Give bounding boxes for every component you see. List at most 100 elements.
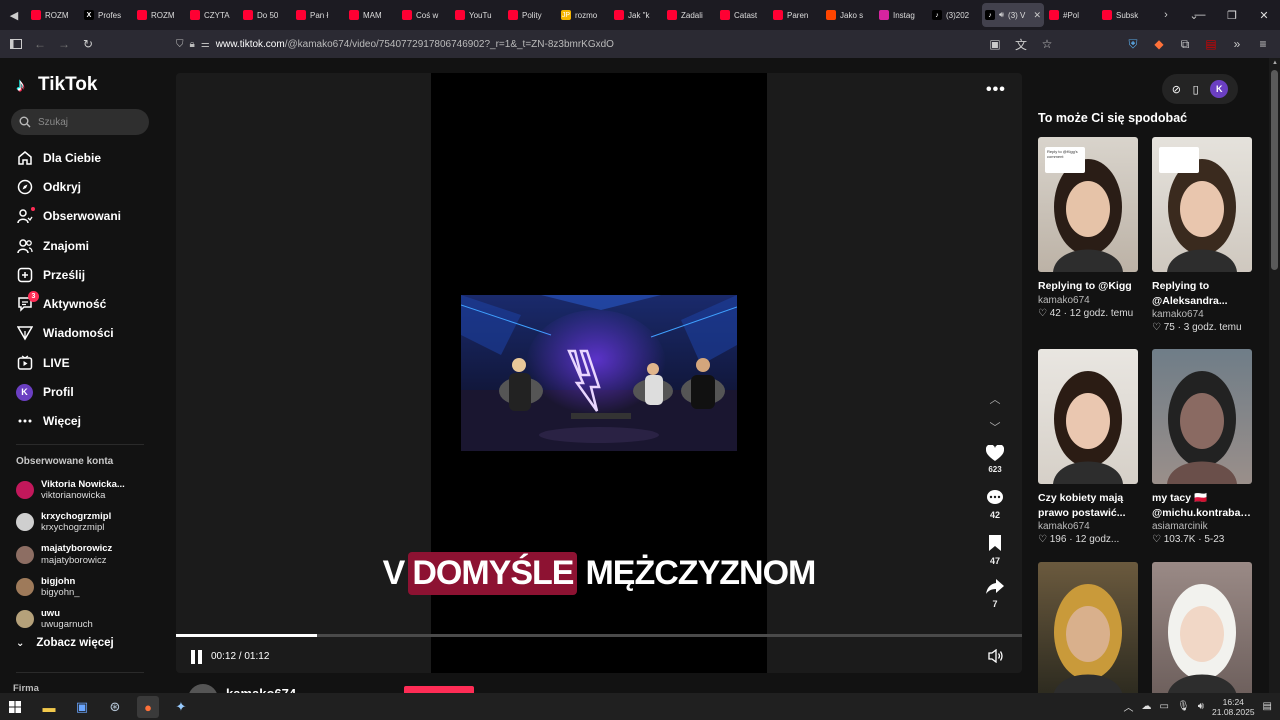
video-progress-bar[interactable] — [176, 634, 1022, 637]
tray-overflow-icon[interactable]: ︿ — [1124, 699, 1134, 714]
previous-video-icon[interactable]: ︿ — [986, 391, 1004, 407]
browser-tab[interactable]: JP rozmo — [558, 3, 609, 27]
card-user[interactable]: kamako674 — [1038, 295, 1138, 306]
video-thumbnail[interactable] — [1038, 562, 1138, 693]
recommended-video-card[interactable]: Czy kobiety mają prawo postawić... kamako… — [1038, 349, 1138, 545]
recommended-video-card[interactable]: Replying to @Aleksandra... kamako674 ♡ 75 … — [1152, 137, 1252, 333]
company-link[interactable]: Firma — [13, 683, 39, 693]
follow-button[interactable] — [404, 686, 474, 693]
video-thumbnail[interactable] — [1152, 562, 1252, 693]
followed-account[interactable]: majatyborowicz majatyborowicz — [16, 539, 156, 571]
video-thumbnail[interactable] — [1152, 349, 1252, 484]
browser-tab[interactable]: ROZM — [28, 3, 79, 27]
menu-icon[interactable]: ≡ — [1250, 37, 1276, 51]
recommended-video-card[interactable]: my tacy 🇵🇱 @michu.kontrabas... asiamarcin… — [1152, 349, 1252, 545]
next-video-icon[interactable]: ﹀ — [986, 419, 1004, 435]
browser-tab[interactable]: Do 50 — [240, 3, 291, 27]
close-window-icon[interactable]: ✕ — [1248, 0, 1280, 30]
followed-account[interactable]: Viktoria Nowicka... viktorianowicka — [16, 474, 156, 506]
shield-icon[interactable]: ⛉ — [176, 39, 184, 50]
fox-extension-icon[interactable]: ◆ — [1146, 37, 1172, 51]
scrollbar-thumb[interactable] — [1271, 70, 1278, 270]
browser-tab[interactable]: Paren — [770, 3, 821, 27]
video-thumbnail[interactable]: Reply to @Kigg's comment — [1038, 137, 1138, 272]
app-icon[interactable]: ✦ — [170, 696, 192, 718]
video-thumbnail[interactable] — [1152, 137, 1252, 272]
phone-icon[interactable]: ▯ — [1193, 83, 1199, 96]
browser-tab[interactable]: Jak "k — [611, 3, 662, 27]
search-input[interactable] — [38, 116, 138, 128]
author-name[interactable]: kamako674 — [226, 686, 296, 693]
browser-tab[interactable]: ROZM — [134, 3, 185, 27]
sidebar-item-profile[interactable]: K Profil — [16, 377, 156, 406]
sidebar-item-more[interactable]: Więcej — [16, 407, 156, 436]
browser-tab[interactable]: Jako s — [823, 3, 874, 27]
sidebar-item-compass[interactable]: Odkryj — [16, 172, 156, 201]
followed-account[interactable]: uwu uwugarnuch — [16, 603, 156, 635]
control-panel-icon[interactable]: ▣ — [71, 696, 93, 718]
video-player[interactable]: V DOMYŚLE MĘŻCZYZNOM ••• ︿ ﹀ 623 42 47 7 — [176, 73, 1022, 673]
translate-icon[interactable]: 文 — [1008, 36, 1034, 53]
browser-tab[interactable]: Instag — [876, 3, 927, 27]
page-scrollbar[interactable]: ▲ — [1269, 58, 1280, 693]
tab-list-icon[interactable]: ◀ — [0, 0, 28, 30]
clock[interactable]: 16:24 21.08.2025 — [1212, 697, 1255, 717]
video-frame[interactable]: V DOMYŚLE MĘŻCZYZNOM — [383, 73, 816, 673]
recommended-video-card[interactable] — [1152, 562, 1252, 693]
coin-icon[interactable]: ⊘ — [1172, 83, 1181, 96]
search-box[interactable] — [11, 109, 149, 135]
browser-tab[interactable]: Catast — [717, 3, 768, 27]
see-more-button[interactable]: ⌄ Zobacz więcej — [16, 637, 114, 649]
tab-scroll-right-icon[interactable]: › — [1152, 0, 1180, 30]
sidebar-item-following[interactable]: Obserwowani — [16, 202, 156, 231]
vpn-extension-icon[interactable]: ⛨ — [1120, 37, 1146, 52]
sidebar-item-friends[interactable]: Znajomi — [16, 231, 156, 260]
comment-button[interactable]: 42 — [982, 490, 1008, 520]
account-avatar[interactable]: K — [1210, 80, 1229, 98]
browser-tab[interactable]: Subsk — [1099, 3, 1150, 27]
sidebar-item-messages[interactable]: Wiadomości — [16, 319, 156, 348]
network-icon[interactable]: ▭ — [1160, 701, 1169, 712]
browser-tab[interactable]: YouTu — [452, 3, 503, 27]
tab-audio-icon[interactable]: 🔊︎ — [999, 10, 1004, 20]
card-user[interactable]: kamako674 — [1038, 521, 1138, 532]
save-button[interactable]: 47 — [982, 535, 1008, 566]
close-tab-icon[interactable]: ✕ — [1033, 10, 1041, 21]
speaker-icon[interactable]: 🔊︎ — [1198, 701, 1204, 712]
video-thumbnail[interactable] — [1038, 349, 1138, 484]
sidebar-item-home[interactable]: Dla Ciebie — [16, 143, 156, 172]
recommended-video-card[interactable]: Reply to @Kigg's comment Replying to @Kig… — [1038, 137, 1138, 319]
browser-tab[interactable]: Pan ł — [293, 3, 344, 27]
reload-icon[interactable]: ↻ — [76, 30, 100, 58]
browser-tab[interactable]: ♪ 🔊︎ (3) V ✕ — [982, 3, 1044, 27]
notifications-icon[interactable]: ▤ — [1263, 701, 1272, 712]
browser-tab[interactable]: MAM — [346, 3, 397, 27]
browser-tab[interactable]: #Pol — [1046, 3, 1097, 27]
back-icon[interactable]: ← — [28, 30, 52, 58]
browser-tab[interactable]: Polity — [505, 3, 556, 27]
like-button[interactable]: 623 — [982, 445, 1008, 474]
lock-icon[interactable]: 🔒︎ — [190, 39, 195, 50]
address-bar[interactable]: ⛉ 🔒︎ ⚌ www.tiktok.com/@kamako674/video/7… — [176, 33, 1056, 55]
volume-icon[interactable] — [988, 649, 1004, 663]
scroll-up-icon[interactable]: ▲ — [1272, 60, 1278, 66]
card-user[interactable]: asiamarcinik — [1152, 521, 1252, 532]
firefox-icon[interactable]: ● — [137, 696, 159, 718]
browser-tab[interactable]: X Profes — [81, 3, 132, 27]
more-tools-icon[interactable]: » — [1224, 37, 1250, 51]
browser-tab[interactable]: Zadali — [664, 3, 715, 27]
card-user[interactable]: kamako674 — [1152, 309, 1252, 320]
sidebar-toggle-icon[interactable] — [4, 30, 28, 58]
pause-icon[interactable] — [191, 650, 203, 664]
author-avatar[interactable] — [188, 684, 218, 693]
sidebar-item-activity[interactable]: 3 Aktywność — [16, 289, 156, 318]
restore-icon[interactable]: ❐ — [1216, 0, 1248, 30]
picture-in-picture-icon[interactable]: ▣ — [982, 37, 1008, 51]
recommended-video-card[interactable] — [1038, 562, 1138, 693]
sidebar-item-live[interactable]: LIVE — [16, 348, 156, 377]
minimize-icon[interactable]: — — [1184, 0, 1216, 30]
followed-account[interactable]: bigjohn bigyohn_ — [16, 571, 156, 603]
steam-icon[interactable]: ⊛ — [104, 696, 126, 718]
mic-icon[interactable]: 🎙︎ — [1177, 701, 1190, 712]
onedrive-icon[interactable]: ☁ — [1142, 701, 1152, 712]
